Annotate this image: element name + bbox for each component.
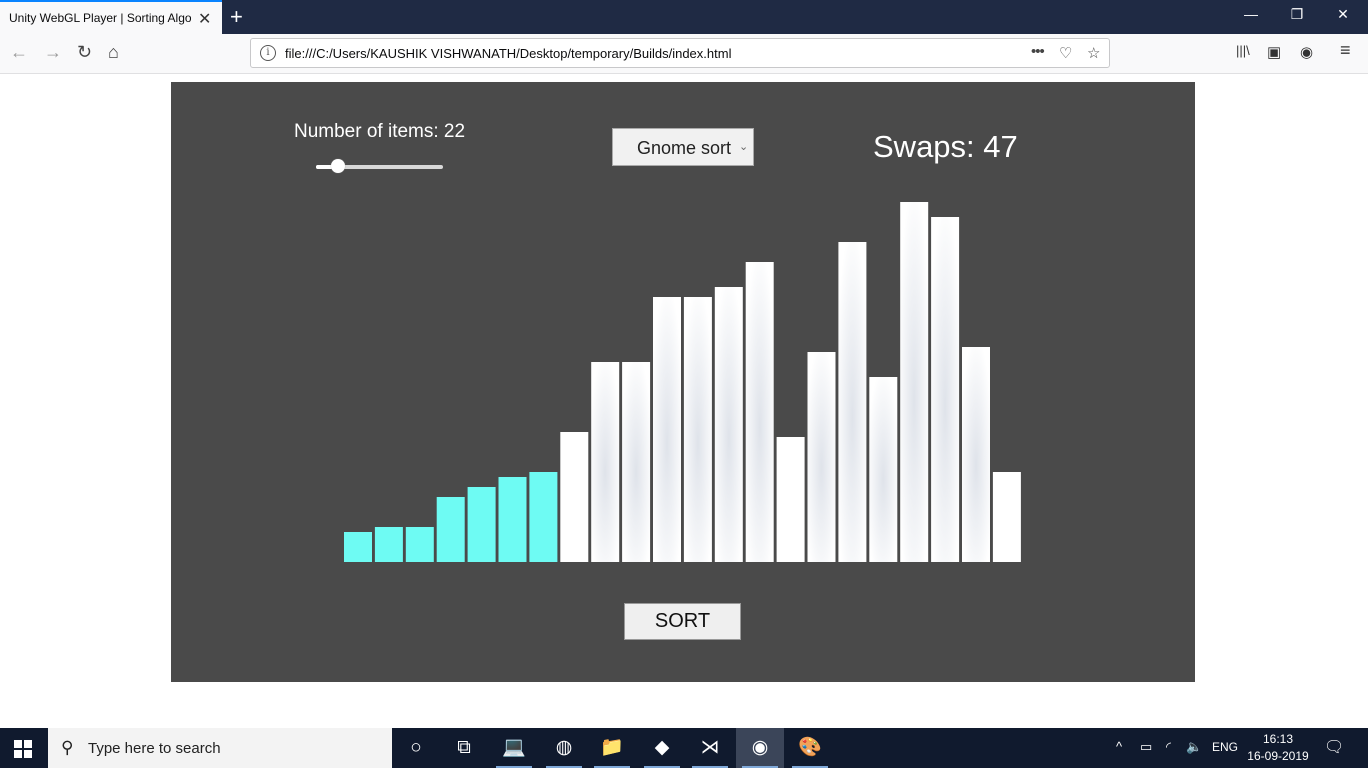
restore-button[interactable]: ❐: [1274, 6, 1320, 23]
bar-5: [467, 487, 496, 562]
bar-8: [560, 432, 589, 562]
clock[interactable]: 16:13 16-09-2019: [1244, 731, 1312, 765]
tab-close-icon[interactable]: ✕: [198, 9, 211, 29]
info-icon[interactable]: i: [260, 45, 276, 61]
task-view-icon: ⧉: [457, 737, 471, 758]
hamburger-menu-icon[interactable]: ≡: [1340, 40, 1351, 61]
bar-4: [436, 497, 465, 562]
reload-button[interactable]: ↻: [77, 42, 92, 63]
search-placeholder: Type here to search: [88, 740, 221, 757]
taskbar-app-chrome[interactable]: ◍: [540, 728, 588, 768]
new-tab-button[interactable]: +: [230, 4, 243, 30]
git-app-icon: ◆: [654, 737, 670, 758]
bookmark-star-icon[interactable]: ☆: [1087, 44, 1100, 62]
navigation-bar: ← → ↻ ⌂ i file:///C:/Users/KAUSHIK VISHW…: [0, 34, 1368, 74]
bar-16: [807, 352, 836, 562]
tab-title: Unity WebGL Player | Sorting Algorithms: [9, 11, 191, 25]
bar-22: [992, 472, 1021, 562]
unity-canvas[interactable]: Number of items: 22 Gnome sort ⌄ Swaps: …: [171, 82, 1195, 682]
page-actions-icon[interactable]: •••: [1031, 43, 1045, 60]
taskbar-search[interactable]: ⚲ Type here to search: [48, 728, 392, 768]
forward-button[interactable]: →: [44, 42, 62, 63]
url-text[interactable]: file:///C:/Users/KAUSHIK VISHWANATH/Desk…: [285, 46, 731, 61]
clock-time: 16:13: [1262, 732, 1294, 746]
back-button[interactable]: ←: [10, 42, 28, 63]
bar-20: [931, 217, 960, 562]
laptop-app-icon: 💻: [502, 737, 526, 758]
bar-17: [838, 242, 867, 562]
taskbar-app-firefox[interactable]: ◉: [736, 728, 784, 768]
language-indicator[interactable]: ENG: [1212, 740, 1238, 754]
close-window-button[interactable]: ✕: [1320, 6, 1366, 23]
bar-12: [683, 297, 712, 562]
battery-icon[interactable]: ▭: [1140, 739, 1152, 755]
clock-date: 16-09-2019: [1247, 749, 1309, 763]
taskbar: ⚲ Type here to search ○ ⧉ 💻 ◍ 📁 ◆ ⋊ ◉ 🎨 ^ ▭ ◜ 🔈 …: [0, 728, 1368, 768]
browser-tab[interactable]: Unity WebGL Player | Sorting Algorithms …: [0, 0, 222, 34]
bar-2: [374, 527, 403, 562]
tab-strip: Unity WebGL Player | Sorting Algorithms …: [0, 0, 1368, 34]
bar-19: [900, 202, 929, 562]
taskbar-app-vscode[interactable]: ⋊: [686, 728, 734, 768]
taskbar-app-paint[interactable]: 🎨: [786, 728, 834, 768]
bar-18: [869, 377, 898, 562]
bar-14: [745, 262, 774, 562]
bar-6: [498, 477, 527, 562]
chrome-icon: ◍: [555, 737, 573, 758]
home-button[interactable]: ⌂: [108, 42, 119, 63]
network-icon[interactable]: ◜: [1166, 739, 1171, 755]
cortana-icon: ○: [410, 737, 422, 758]
minimize-button[interactable]: —: [1228, 6, 1274, 22]
notification-icon[interactable]: 🗨: [1324, 737, 1344, 757]
sidebar-icon[interactable]: ▣: [1267, 43, 1281, 61]
bar-3: [405, 527, 434, 562]
bar-13: [714, 287, 743, 562]
account-icon[interactable]: ◉: [1300, 43, 1313, 61]
bar-15: [776, 437, 805, 562]
bar-21: [962, 347, 990, 562]
bar-1: [344, 532, 372, 562]
pocket-icon[interactable]: ♡: [1059, 44, 1072, 62]
sort-button[interactable]: SORT: [624, 603, 741, 640]
paint-icon: 🎨: [798, 737, 822, 758]
search-icon: ⚲: [61, 738, 74, 757]
firefox-icon: ◉: [751, 737, 769, 758]
taskbar-app-cortana[interactable]: ○: [392, 728, 440, 768]
taskbar-app-task-view[interactable]: ⧉: [440, 728, 488, 768]
taskbar-app-git-app[interactable]: ◆: [638, 728, 686, 768]
library-icon[interactable]: |||\: [1236, 43, 1250, 58]
bar-7: [529, 472, 558, 562]
bar-10: [622, 362, 651, 562]
volume-icon[interactable]: 🔈: [1186, 739, 1202, 755]
bar-chart: [344, 202, 1021, 562]
vscode-icon: ⋊: [700, 737, 720, 758]
taskbar-app-laptop-app[interactable]: 💻: [490, 728, 538, 768]
tray-chevron-icon[interactable]: ^: [1116, 739, 1122, 754]
bar-9: [591, 362, 620, 562]
windows-start-icon[interactable]: [14, 740, 32, 758]
taskbar-app-file-explorer[interactable]: 📁: [588, 728, 636, 768]
url-bar[interactable]: i file:///C:/Users/KAUSHIK VISHWANATH/De…: [250, 38, 1110, 68]
file-explorer-icon: 📁: [600, 737, 624, 758]
bar-11: [653, 297, 681, 562]
